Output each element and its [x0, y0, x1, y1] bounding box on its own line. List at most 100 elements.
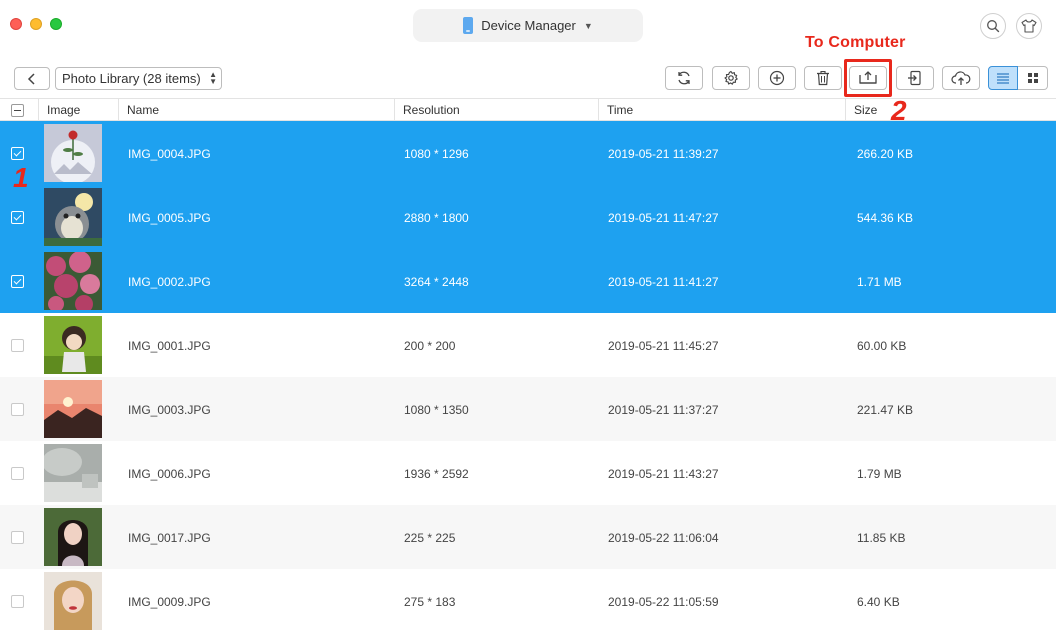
- file-time: 2019-05-22 11:05:59: [608, 595, 719, 609]
- file-resolution: 225 * 225: [404, 531, 456, 545]
- file-resolution: 1080 * 1350: [404, 403, 469, 417]
- table-row[interactable]: IMG_0002.JPG 3264 * 2448 2019-05-21 11:4…: [0, 249, 1056, 313]
- list-view-button[interactable]: [988, 66, 1018, 90]
- zoom-window-button[interactable]: [50, 18, 62, 30]
- file-resolution: 1080 * 1296: [404, 147, 469, 161]
- column-header-time[interactable]: Time: [598, 99, 845, 121]
- row-checkbox[interactable]: [11, 403, 24, 416]
- photo-thumbnail: [44, 380, 102, 438]
- row-checkbox[interactable]: [11, 467, 24, 480]
- trash-icon: [817, 70, 829, 86]
- list-view-icon: [997, 73, 1009, 84]
- file-time: 2019-05-21 11:45:27: [608, 339, 719, 353]
- row-checkbox[interactable]: [11, 531, 24, 544]
- file-size: 221.47 KB: [857, 403, 914, 417]
- photo-thumbnail: [44, 252, 102, 310]
- file-name: IMG_0002.JPG: [128, 275, 211, 289]
- cloud-upload-icon: [951, 71, 971, 85]
- search-button[interactable]: [980, 13, 1006, 39]
- delete-button[interactable]: [804, 66, 842, 90]
- file-time: 2019-05-21 11:37:27: [608, 403, 719, 417]
- device-name: Device Manager: [481, 18, 576, 33]
- table-row[interactable]: IMG_0005.JPG 2880 * 1800 2019-05-21 11:4…: [0, 185, 1056, 249]
- photo-thumbnail: [44, 316, 102, 374]
- file-resolution: 3264 * 2448: [404, 275, 469, 289]
- annotation-highlight-box: [844, 59, 892, 97]
- phone-icon: [463, 17, 474, 34]
- file-name: IMG_0017.JPG: [128, 531, 211, 545]
- row-checkbox[interactable]: [11, 339, 24, 352]
- add-button[interactable]: [758, 66, 796, 90]
- photo-thumbnail: [44, 508, 102, 566]
- file-name: IMG_0004.JPG: [128, 147, 211, 161]
- step-2-marker: 2: [891, 95, 907, 126]
- photo-thumbnail: [44, 188, 102, 246]
- chevron-down-icon: ▼: [583, 20, 593, 31]
- file-time: 2019-05-21 11:39:27: [608, 147, 719, 161]
- grid-view-icon: [1027, 73, 1038, 83]
- photo-thumbnail: [44, 124, 102, 182]
- file-size: 6.40 KB: [857, 595, 900, 609]
- select-all-checkbox[interactable]: [11, 104, 24, 117]
- row-checkbox[interactable]: [11, 211, 24, 224]
- column-header-image[interactable]: Image: [38, 99, 118, 121]
- file-name: IMG_0001.JPG: [128, 339, 211, 353]
- column-header-size[interactable]: Size: [845, 99, 1056, 121]
- device-selector[interactable]: Device Manager ▼: [413, 9, 643, 42]
- to-device-button[interactable]: [896, 66, 934, 90]
- file-size: 266.20 KB: [857, 147, 914, 161]
- file-size: 1.71 MB: [857, 275, 902, 289]
- library-select[interactable]: Photo Library (28 items) ▲ ▼: [55, 67, 222, 90]
- file-time: 2019-05-21 11:41:27: [608, 275, 719, 289]
- file-resolution: 2880 * 1800: [404, 211, 469, 225]
- search-icon: [987, 20, 1000, 33]
- file-resolution: 275 * 183: [404, 595, 456, 609]
- photo-table: IMG_0004.JPG 1080 * 1296 2019-05-21 11:3…: [0, 121, 1056, 630]
- photo-thumbnail: [44, 572, 102, 630]
- file-resolution: 1936 * 2592: [404, 467, 469, 481]
- settings-button[interactable]: [712, 66, 750, 90]
- chevron-left-icon: [27, 72, 35, 85]
- gear-icon: [724, 70, 738, 85]
- add-circle-icon: [769, 70, 785, 86]
- table-row[interactable]: IMG_0009.JPG 275 * 183 2019-05-22 11:05:…: [0, 569, 1056, 630]
- file-size: 11.85 KB: [857, 531, 906, 545]
- file-name: IMG_0003.JPG: [128, 403, 211, 417]
- file-name: IMG_0009.JPG: [128, 595, 211, 609]
- file-name: IMG_0006.JPG: [128, 467, 211, 481]
- table-row[interactable]: IMG_0006.JPG 1936 * 2592 2019-05-21 11:4…: [0, 441, 1056, 505]
- column-header-name[interactable]: Name: [118, 99, 394, 121]
- file-time: 2019-05-21 11:47:27: [608, 211, 719, 225]
- library-select-label: Photo Library (28 items): [62, 71, 201, 86]
- file-size: 544.36 KB: [857, 211, 914, 225]
- close-window-button[interactable]: [10, 18, 22, 30]
- file-name: IMG_0005.JPG: [128, 211, 211, 225]
- upload-cloud-button[interactable]: [942, 66, 980, 90]
- back-button[interactable]: [14, 67, 50, 90]
- minimize-window-button[interactable]: [30, 18, 42, 30]
- toolbar: Photo Library (28 items) ▲ ▼: [0, 58, 1056, 98]
- tshirt-icon: [1021, 19, 1037, 33]
- to-computer-annotation: To Computer: [805, 34, 906, 51]
- file-size: 60.00 KB: [857, 339, 907, 353]
- row-checkbox[interactable]: [11, 275, 24, 288]
- file-size: 1.79 MB: [857, 467, 902, 481]
- export-to-device-icon: [908, 70, 921, 86]
- table-row[interactable]: IMG_0001.JPG 200 * 200 2019-05-21 11:45:…: [0, 313, 1056, 377]
- refresh-button[interactable]: [665, 66, 703, 90]
- table-row[interactable]: IMG_0004.JPG 1080 * 1296 2019-05-21 11:3…: [0, 121, 1056, 185]
- updown-arrows-icon: ▲ ▼: [209, 70, 217, 86]
- step-1-marker: 1: [13, 162, 29, 193]
- file-resolution: 200 * 200: [404, 339, 456, 353]
- grid-view-button[interactable]: [1018, 66, 1048, 90]
- table-row[interactable]: IMG_0017.JPG 225 * 225 2019-05-22 11:06:…: [0, 505, 1056, 569]
- file-time: 2019-05-22 11:06:04: [608, 531, 719, 545]
- row-checkbox[interactable]: [11, 595, 24, 608]
- skin-button[interactable]: [1016, 13, 1042, 39]
- column-header-resolution[interactable]: Resolution: [394, 99, 598, 121]
- refresh-icon: [678, 71, 690, 85]
- file-time: 2019-05-21 11:43:27: [608, 467, 719, 481]
- row-checkbox[interactable]: [11, 147, 24, 160]
- photo-thumbnail: [44, 444, 102, 502]
- table-row[interactable]: IMG_0003.JPG 1080 * 1350 2019-05-21 11:3…: [0, 377, 1056, 441]
